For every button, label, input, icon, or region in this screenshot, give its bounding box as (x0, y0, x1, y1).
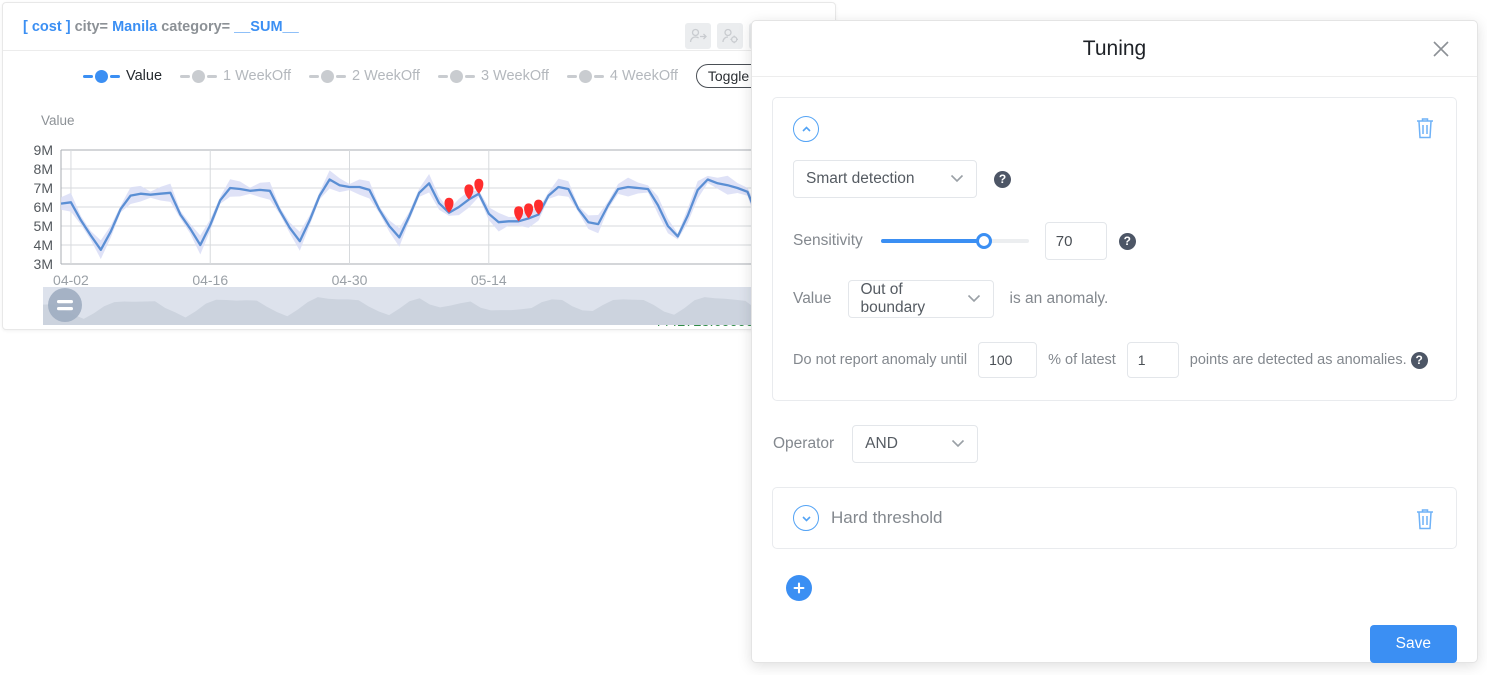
close-icon[interactable] (1427, 35, 1455, 63)
dim-value-category: __SUM__ (234, 18, 299, 35)
add-rule-button[interactable] (786, 575, 812, 601)
legend-item-2-weekoff[interactable]: 2 WeekOff (308, 68, 420, 84)
legend-label: 4 WeekOff (609, 68, 678, 84)
chevron-down-icon (967, 290, 981, 308)
user-add-icon[interactable] (685, 23, 711, 49)
metric-name: [ cost ] (23, 18, 71, 35)
boundary-select[interactable]: Out of boundary (847, 280, 994, 318)
legend-dot-swatch (578, 69, 592, 83)
chevron-down-icon (951, 435, 965, 453)
chart-plot-area[interactable]: Value 9M8M7M6M5M4M3M 4442723.60000 04-02… (3, 95, 837, 329)
modal-body: Smart detection ? Sensitivity 70 ? Value… (752, 77, 1477, 675)
sensitivity-input[interactable] (1044, 222, 1107, 260)
y-tick-label: 7M (34, 180, 53, 196)
screen: [ cost ] city= Manila category= __SUM__ (0, 0, 1487, 675)
chart-legend: Value 1 WeekOff 2 WeekOff 3 WeekOff 4 We… (3, 59, 837, 93)
chevron-down-icon[interactable] (793, 505, 819, 531)
sensitivity-label: Sensitivity (793, 232, 863, 249)
legend-line-swatch (83, 74, 93, 78)
sensitivity-slider[interactable] (880, 232, 1029, 250)
chevron-down-icon (950, 170, 964, 188)
dim-key-city: city= (74, 18, 109, 35)
save-button[interactable]: Save (1369, 625, 1457, 663)
anomaly-suffix-text: is an anomaly. (1009, 290, 1109, 307)
legend-item-1-weekoff[interactable]: 1 WeekOff (180, 68, 291, 84)
detection-type-value: Smart detection (806, 170, 915, 187)
delete-smart-rule-icon[interactable] (1414, 116, 1436, 145)
legend-label: Value (126, 68, 163, 84)
legend-label: 3 WeekOff (480, 68, 549, 84)
report-help-icon[interactable]: ? (1410, 351, 1428, 369)
sensitivity-help-icon[interactable]: ? (1118, 232, 1136, 250)
report-points-input[interactable] (1126, 342, 1179, 378)
user-settings-icon[interactable] (717, 23, 743, 49)
legend-line-swatch (335, 74, 346, 78)
hard-threshold-card[interactable]: Hard threshold (772, 487, 1457, 549)
operator-label: Operator (773, 435, 835, 452)
chart-brush[interactable] (3, 283, 837, 329)
smart-detection-rule-card: Smart detection ? Sensitivity 70 ? Value… (772, 97, 1457, 401)
legend-line-swatch (110, 74, 120, 78)
legend-line-swatch (437, 74, 448, 78)
metric-title: [ cost ] city= Manila category= __SUM__ (23, 19, 299, 35)
legend-line-swatch (180, 74, 191, 78)
y-tick-label: 5M (34, 218, 53, 234)
detection-type-select[interactable]: Smart detection (793, 160, 977, 198)
metric-chart-card: [ cost ] city= Manila category= __SUM__ (2, 2, 837, 330)
dim-value-city: Manila (112, 18, 158, 35)
modal-header: Tuning (752, 21, 1477, 77)
report-suffix-text: points are detected as anomalies. (1189, 352, 1407, 368)
legend-dot-swatch (95, 69, 108, 83)
legend-label: 1 WeekOff (223, 68, 291, 84)
legend-dot-swatch (320, 69, 334, 83)
legend-line-swatch (566, 74, 577, 78)
legend-item-4-weekoff[interactable]: 4 WeekOff (566, 68, 678, 84)
y-tick-label: 6M (34, 199, 53, 215)
value-label: Value (793, 290, 832, 307)
report-mid-text: % of latest (1048, 352, 1116, 368)
operator-value: AND (865, 435, 898, 452)
modal-title: Tuning (1082, 36, 1147, 60)
legend-label: 2 WeekOff (351, 68, 420, 84)
y-tick-label: 9M (34, 142, 53, 158)
slider-knob[interactable] (976, 233, 993, 249)
legend-line-swatch (464, 74, 475, 78)
dim-key-category: category= (161, 18, 231, 35)
delete-hard-threshold-icon[interactable] (1414, 507, 1436, 536)
slider-fill (880, 239, 985, 243)
tuning-modal: Tuning Smart detection ? Sensitivity 70 … (751, 20, 1478, 663)
boundary-value: Out of boundary (860, 281, 926, 316)
chart-header: [ cost ] city= Manila category= __SUM__ (3, 3, 835, 51)
hard-threshold-label: Hard threshold (831, 508, 943, 527)
y-tick-label: 8M (34, 161, 53, 177)
operator-select[interactable]: AND (852, 425, 979, 463)
legend-dot-swatch (192, 69, 206, 83)
y-tick-label: 3M (34, 256, 53, 272)
report-percent-input[interactable] (978, 342, 1038, 378)
legend-item-3-weekoff[interactable]: 3 WeekOff (437, 68, 549, 84)
chevron-up-icon[interactable] (793, 116, 819, 142)
brush-drag-handle (48, 288, 82, 322)
report-prefix-text: Do not report anomaly until (793, 352, 968, 368)
legend-line-swatch (593, 74, 604, 78)
y-axis-ticks: 9M 8M 7M 6M 5M 4M 3M (34, 142, 53, 272)
legend-item-value[interactable]: Value (83, 68, 162, 84)
y-tick-label: 4M (34, 237, 53, 253)
legend-line-swatch (207, 74, 218, 78)
detection-type-help-icon[interactable]: ? (994, 170, 1011, 188)
legend-line-swatch (308, 74, 319, 78)
legend-dot-swatch (449, 69, 463, 83)
